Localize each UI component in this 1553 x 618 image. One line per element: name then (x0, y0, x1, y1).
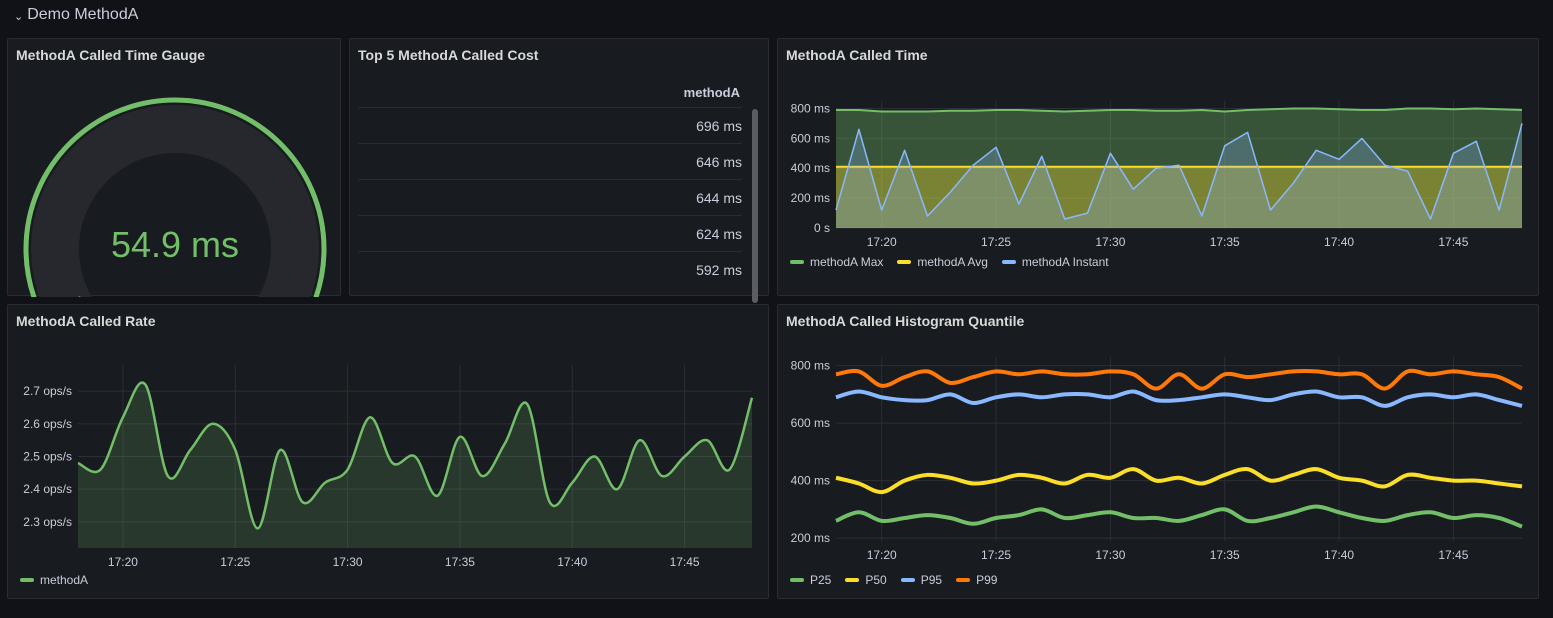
legend-swatch (956, 578, 971, 582)
y-tick-label: 2.3 ops/s (23, 515, 72, 529)
legend-item-avg[interactable]: methodA Avg (897, 255, 988, 269)
table-cell: 696 ms (696, 118, 742, 134)
x-tick-label: 17:45 (670, 555, 700, 569)
legend: P25 P50 P95 P99 (790, 573, 997, 587)
legend-swatch (790, 578, 804, 582)
gauge-panel[interactable]: MethodA Called Time Gauge 54.9 ms (7, 38, 341, 297)
y-tick-label: 2.6 ops/s (23, 417, 72, 431)
table-cell: 644 ms (696, 190, 742, 206)
x-tick-label: 17:45 (1438, 235, 1468, 249)
legend-label: methodA (40, 573, 89, 587)
x-tick-label: 17:40 (1324, 548, 1354, 562)
column-header-methoda[interactable]: methodA (684, 85, 740, 100)
legend-swatch (900, 578, 915, 582)
legend-label: P99 (976, 573, 998, 587)
legend-swatch (845, 578, 860, 582)
y-tick-label: 200 ms (791, 531, 830, 545)
histogram-chart: 200 ms 400 ms 600 ms 800 ms 17:20 17:25 17:30 1… (791, 357, 1523, 562)
legend-label: P25 (810, 573, 832, 587)
legend-swatch (897, 260, 912, 264)
y-tick-label: 600 ms (791, 131, 830, 145)
y-tick-label: 800 ms (791, 359, 830, 373)
x-tick-label: 17:30 (1095, 548, 1125, 562)
x-tick-label: 17:25 (981, 235, 1011, 249)
rate-chart: 2.3 ops/s 2.4 ops/s 2.5 ops/s 2.6 ops/s 2.7 … (23, 365, 754, 569)
panel-title: Top 5 MethodA Called Cost (358, 47, 539, 63)
series-methoda-area (78, 382, 752, 548)
x-tick-label: 17:20 (867, 548, 897, 562)
x-tick-label: 17:30 (1095, 235, 1125, 249)
x-tick-label: 17:45 (1438, 548, 1468, 562)
x-tick-label: 17:25 (220, 555, 250, 569)
x-tick-label: 17:40 (557, 555, 587, 569)
row-title: Demo MethodA (27, 6, 139, 23)
table-cell: 592 ms (696, 262, 742, 278)
legend-swatch (20, 578, 34, 582)
gauge-track (31, 105, 319, 297)
legend-item-max[interactable]: methodA Max (790, 255, 883, 269)
top5-panel[interactable]: Top 5 MethodA Called Cost methodA 696 ms… (349, 38, 769, 303)
x-tick-label: 17:35 (445, 555, 475, 569)
table-cell: 646 ms (696, 154, 742, 170)
table-cell: 624 ms (696, 226, 742, 242)
table-row: 624 ms (358, 215, 742, 251)
x-tick-label: 17:35 (1210, 548, 1240, 562)
legend-label: methodA Instant (1021, 255, 1109, 269)
y-tick-label: 800 ms (791, 101, 830, 115)
y-tick-label: 600 ms (791, 416, 830, 430)
gauge-chart: 54.9 ms (23, 97, 327, 297)
histogram-panel[interactable]: MethodA Called Histogram Quantile 200 ms… (777, 304, 1539, 599)
legend-item-instant[interactable]: methodA Instant (1001, 255, 1109, 269)
table-row: 646 ms (358, 143, 742, 179)
y-tick-label: 200 ms (791, 191, 830, 205)
legend-item-p95[interactable]: P95 (900, 573, 943, 587)
x-tick-label: 17:20 (867, 235, 897, 249)
y-tick-label: 2.4 ops/s (23, 482, 72, 496)
y-tick-label: 2.7 ops/s (23, 384, 72, 398)
time-panel[interactable]: MethodA Called Time 0 s 200 ms 400 ms 600 m… (777, 38, 1539, 296)
legend-label: methodA Max (810, 255, 884, 269)
y-tick-label: 400 ms (791, 161, 830, 175)
table-row: 644 ms (358, 179, 742, 215)
legend-label: P95 (920, 573, 943, 587)
legend-item-p99[interactable]: P99 (956, 573, 997, 587)
table-row: 592 ms (358, 251, 742, 287)
legend-swatch (1001, 260, 1016, 264)
legend-label: P50 (865, 573, 887, 587)
series-p99-line (835, 368, 1523, 391)
legend-item-p50[interactable]: P50 (845, 573, 887, 587)
series-p25-line (835, 504, 1523, 529)
x-tick-label: 17:35 (1210, 235, 1240, 249)
legend: methodA (20, 573, 88, 587)
table-scrollbar[interactable] (752, 109, 758, 303)
table-row: 696 ms (358, 107, 742, 143)
y-tick-label: 2.5 ops/s (23, 450, 72, 464)
gauge-value: 54.9 ms (111, 224, 239, 265)
legend-label: methodA Avg (917, 255, 988, 269)
legend-swatch (790, 260, 804, 264)
legend: methodA Max methodA Avg methodA Instant (790, 255, 1109, 269)
series-p95-line (835, 389, 1523, 408)
rate-panel[interactable]: MethodA Called Rate 2.3 ops/s 2.4 ops/s 2.… (7, 304, 769, 599)
x-tick-label: 17:40 (1324, 235, 1354, 249)
chevron-down-icon: ⌄ (14, 10, 24, 23)
x-tick-label: 17:25 (981, 548, 1011, 562)
x-tick-label: 17:20 (108, 555, 138, 569)
y-tick-label: 400 ms (791, 474, 830, 488)
x-tick-label: 17:30 (333, 555, 363, 569)
legend-item-p25[interactable]: P25 (790, 573, 831, 587)
legend-item-methoda[interactable]: methodA (20, 573, 88, 587)
y-tick-label: 0 s (814, 221, 830, 235)
row-header-demo-methoda[interactable]: ⌄ Demo MethodA (14, 4, 138, 26)
